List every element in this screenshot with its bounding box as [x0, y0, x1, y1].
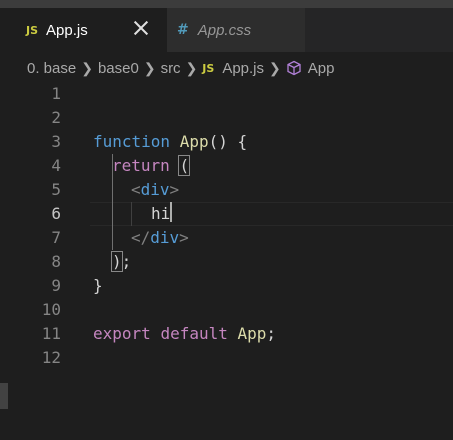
line-number: 1	[51, 84, 61, 103]
code-text: hi	[151, 202, 173, 223]
cube-icon	[287, 60, 301, 76]
breadcrumb-item[interactable]: 0. base	[27, 60, 76, 77]
line-number: 10	[41, 300, 61, 319]
code-line: 3 function App() {	[0, 130, 453, 154]
javascript-file-icon: JS	[26, 23, 39, 37]
code-line: 1	[0, 82, 453, 106]
code-line: 6 hi	[0, 202, 453, 226]
code-text: function App() {	[93, 132, 248, 151]
tab-bar: JS App.js # App.css	[0, 8, 453, 52]
line-number: 4	[51, 156, 61, 175]
line-number: 2	[51, 108, 61, 127]
code-text: </div>	[131, 228, 189, 247]
code-line: 10	[0, 298, 453, 322]
breadcrumb-item[interactable]: App	[308, 60, 335, 77]
tab-app-css[interactable]: # App.css	[167, 8, 306, 52]
close-icon[interactable]	[132, 19, 150, 37]
code-line: 11 export default App;	[0, 322, 453, 346]
breadcrumb: 0. base ❯ base0 ❯ src ❯ JS App.js ❯ App	[0, 52, 453, 84]
code-line: 4 return (	[0, 154, 453, 178]
code-line: 12	[0, 346, 453, 370]
breadcrumb-item[interactable]: base0	[98, 60, 139, 77]
scrollbar-marker[interactable]	[0, 383, 8, 409]
code-line: 5 <div>	[0, 178, 453, 202]
chevron-right-icon: ❯	[81, 59, 93, 76]
code-text: <div>	[131, 180, 180, 199]
line-number: 11	[41, 324, 61, 343]
text-cursor	[170, 202, 173, 222]
tab-label: App.css	[197, 21, 252, 39]
line-number: 5	[51, 180, 61, 199]
breadcrumb-item[interactable]: App.js	[222, 60, 264, 77]
code-text: }	[93, 276, 103, 295]
code-line: 9 }	[0, 274, 453, 298]
code-text: );	[111, 251, 132, 272]
matching-bracket: (	[178, 155, 191, 176]
code-line: 8 );	[0, 250, 453, 274]
chevron-right-icon: ❯	[269, 59, 281, 76]
title-strip	[0, 0, 453, 8]
line-number: 7	[51, 228, 61, 247]
line-number: 6	[51, 204, 61, 223]
code-editor[interactable]: 1 2 3 function App() { 4 return ( 5 <div…	[0, 82, 453, 440]
matching-bracket: )	[111, 251, 123, 272]
code-line: 2	[0, 106, 453, 130]
code-line: 7 </div>	[0, 226, 453, 250]
chevron-right-icon: ❯	[143, 59, 156, 76]
tab-label: App.js	[46, 21, 88, 39]
line-number: 3	[51, 132, 61, 151]
tab-app-js[interactable]: JS App.js	[0, 8, 167, 52]
line-number: 8	[51, 252, 61, 271]
line-number: 12	[41, 348, 61, 367]
breadcrumb-item[interactable]: src	[161, 60, 181, 77]
line-number: 9	[51, 276, 61, 295]
chevron-right-icon: ❯	[185, 59, 198, 76]
css-file-icon: #	[177, 22, 189, 38]
code-text: export default App;	[93, 324, 277, 343]
code-text: return (	[112, 155, 191, 176]
javascript-file-icon: JS	[202, 61, 215, 75]
